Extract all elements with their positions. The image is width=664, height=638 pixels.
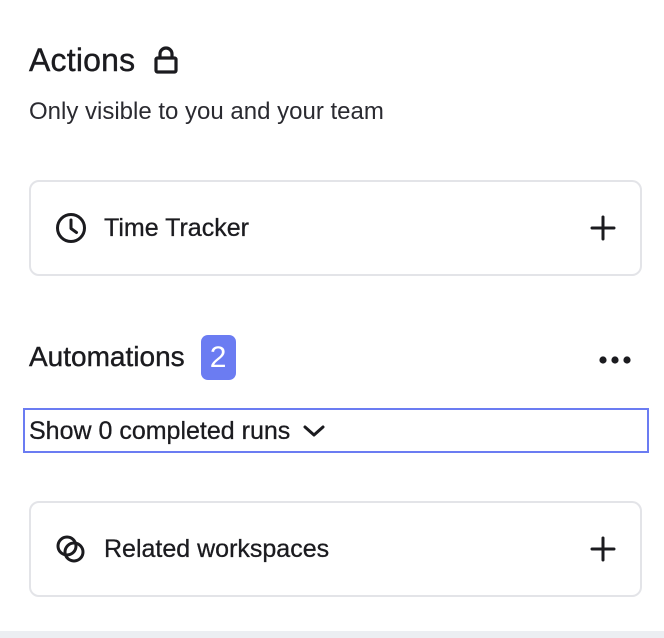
- time-tracker-label: Time Tracker: [104, 214, 249, 242]
- automations-title: Automations: [29, 341, 185, 372]
- plus-icon[interactable]: [590, 215, 616, 241]
- linked-circles-icon: [54, 532, 88, 566]
- automations-header: Automations 2: [29, 334, 632, 380]
- actions-panel: Actions Only visible to you and your tea…: [0, 0, 664, 638]
- time-tracker-card[interactable]: Time Tracker: [29, 180, 642, 276]
- more-horizontal-icon[interactable]: [598, 352, 632, 364]
- related-workspaces-card[interactable]: Related workspaces: [29, 501, 642, 597]
- automations-count-badge: 2: [200, 334, 236, 380]
- actions-subtitle: Only visible to you and your team: [29, 98, 384, 125]
- lock-icon: [153, 45, 179, 75]
- chevron-down-icon: [302, 423, 326, 439]
- show-completed-runs-label: Show 0 completed runs: [29, 416, 291, 445]
- actions-title: Actions: [29, 42, 136, 78]
- plus-icon[interactable]: [590, 536, 616, 562]
- actions-header: Actions: [29, 40, 179, 80]
- show-completed-runs-toggle[interactable]: Show 0 completed runs: [23, 408, 649, 453]
- clock-icon: [54, 211, 88, 245]
- related-workspaces-label: Related workspaces: [104, 535, 330, 563]
